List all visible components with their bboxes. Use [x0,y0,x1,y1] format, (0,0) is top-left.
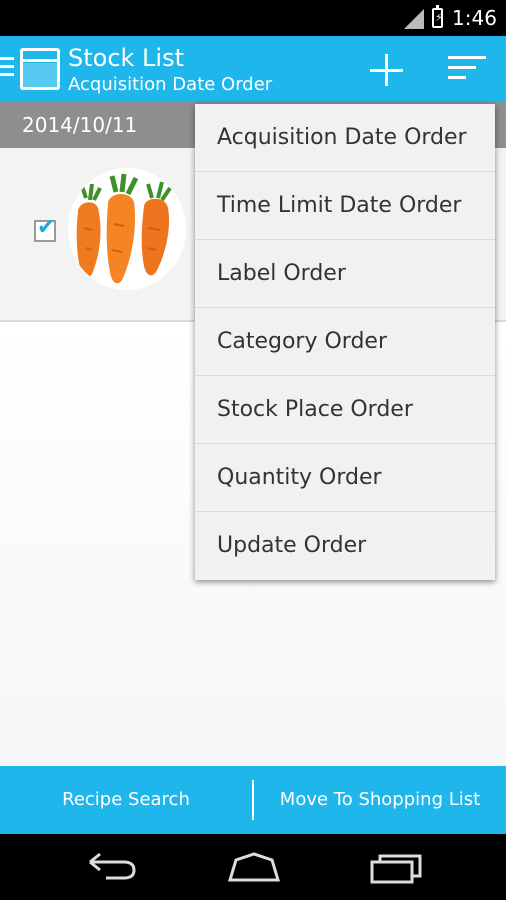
menu-item-update-order[interactable]: Update Order [195,512,495,580]
app-logo-icon[interactable] [20,48,60,90]
recent-apps-icon[interactable] [368,852,424,884]
move-to-shopping-list-button[interactable]: Move To Shopping List [254,766,506,834]
checkmark-icon: ✔ [37,215,56,240]
recipe-search-button[interactable]: Recipe Search [0,766,252,834]
menu-item-quantity-order[interactable]: Quantity Order [195,444,495,512]
menu-item-stock-place-order[interactable]: Stock Place Order [195,376,495,444]
page-subtitle: Acquisition Date Order [68,74,273,95]
page-title: Stock List [68,44,185,72]
signal-icon [404,9,424,29]
sort-order-menu: Acquisition Date Order Time Limit Date O… [195,104,495,580]
item-checkbox[interactable]: ✔ [34,215,56,242]
battery-icon: ⚡ [432,5,443,28]
navigation-bar [0,834,506,900]
status-time: 1:46 [452,6,497,30]
carrot-image [76,173,172,284]
status-bar: ⚡ 1:46 [0,0,506,36]
menu-item-acquisition-date-order[interactable]: Acquisition Date Order [195,104,495,172]
section-date: 2014/10/11 [22,113,138,137]
menu-item-category-order[interactable]: Category Order [195,308,495,376]
drawer-menu-icon[interactable] [0,56,14,78]
bottom-action-bar: Recipe Search Move To Shopping List [0,766,506,834]
back-icon[interactable] [86,852,138,882]
action-bar: Stock List Acquisition Date Order [0,36,506,102]
menu-item-time-limit-date-order[interactable]: Time Limit Date Order [195,172,495,240]
menu-item-label-order[interactable]: Label Order [195,240,495,308]
home-icon[interactable] [226,852,282,884]
item-image [68,168,186,290]
add-button[interactable] [366,50,406,90]
sort-button[interactable] [446,54,488,86]
